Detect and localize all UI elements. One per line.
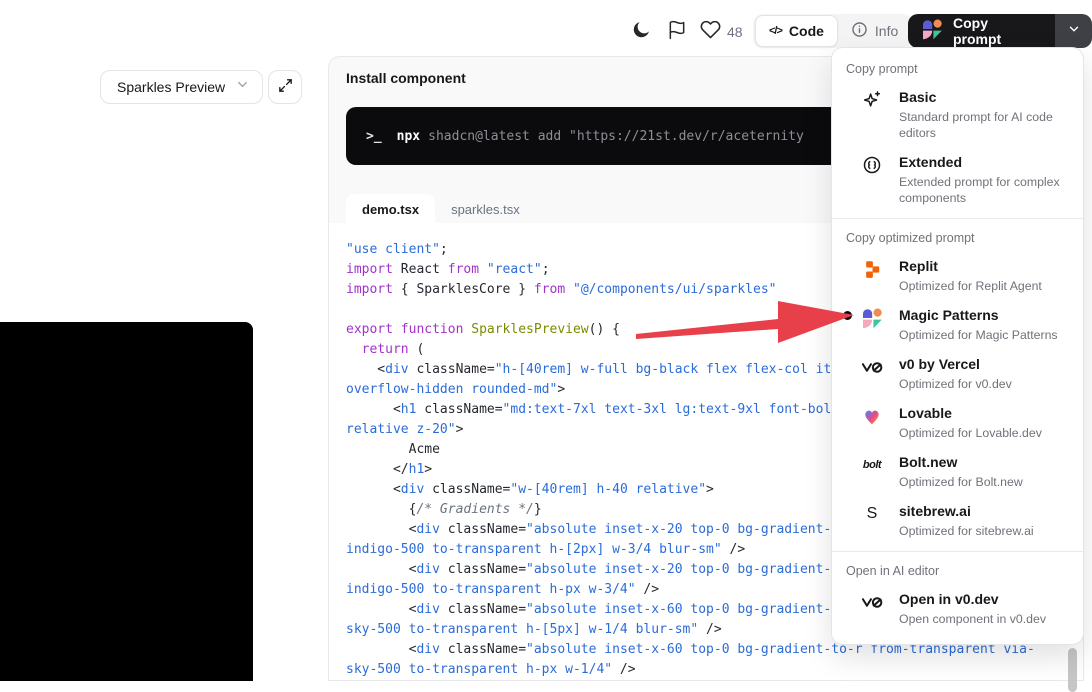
menu-item-lovable[interactable]: Lovable Optimized for Lovable.dev xyxy=(832,398,1083,447)
menu-item-basic[interactable]: Basic Standard prompt for AI code editors xyxy=(832,82,1083,147)
tab-info[interactable]: Info xyxy=(838,16,911,46)
info-icon xyxy=(851,21,868,41)
heart-icon xyxy=(700,19,721,45)
fullscreen-button[interactable] xyxy=(268,70,302,104)
tab-code[interactable]: </> Code xyxy=(755,15,838,47)
menu-item-desc: Extended prompt for complex components xyxy=(899,174,1073,206)
info-label: Info xyxy=(875,23,898,39)
copy-prompt-menu: Copy prompt Basic Standard prompt for AI c… xyxy=(831,47,1084,645)
command-prefix: npx xyxy=(397,129,420,144)
menu-item-desc: Optimized for Lovable.dev xyxy=(899,425,1073,441)
replit-icon xyxy=(860,257,884,281)
menu-item-title: Basic xyxy=(899,88,1073,106)
code-line: sky-500 to-transparent h-px w-1/4" /> xyxy=(346,660,1083,680)
chevron-down-icon xyxy=(235,77,250,97)
flag-icon xyxy=(667,20,687,43)
copy-prompt-label: Copy prompt xyxy=(953,15,1040,47)
menu-item-extended[interactable]: Extended Extended prompt for complex comp… xyxy=(832,147,1083,212)
like-count: 48 xyxy=(727,24,743,40)
menu-item-title: sitebrew.ai xyxy=(899,502,1073,520)
menu-item-desc: Optimized for Bolt.new xyxy=(899,474,1073,490)
moon-icon xyxy=(631,19,652,43)
expand-icon xyxy=(277,77,294,97)
menu-item-v0-by-vercel[interactable]: v0 by Vercel Optimized for v0.dev xyxy=(832,349,1083,398)
menu-item-sitebrew-ai[interactable]: Ssitebrew.ai Optimized for sitebrew.ai xyxy=(832,496,1083,545)
lovable-icon xyxy=(860,404,884,428)
menu-item-title: Bolt.new xyxy=(899,453,1073,471)
view-toggle: </> Code Info xyxy=(753,14,913,48)
code-scrollbar-thumb[interactable] xyxy=(1068,648,1077,692)
selection-bullet xyxy=(843,311,852,320)
sparkles-icon xyxy=(860,88,884,112)
menu-item-desc: Optimized for Replit Agent xyxy=(899,278,1073,294)
menu-item-title: Replit xyxy=(899,257,1073,275)
code-label: Code xyxy=(789,23,824,39)
sitebrew-icon: S xyxy=(860,502,884,526)
like-button[interactable]: 48 xyxy=(700,19,743,45)
menu-section-header: Copy optimized prompt xyxy=(832,225,1083,251)
menu-item-desc: Optimized for v0.dev xyxy=(899,376,1073,392)
menu-section-header: Open in AI editor xyxy=(832,558,1083,584)
menu-divider xyxy=(832,551,1083,552)
menu-item-bolt-new[interactable]: bolt Bolt.new Optimized for Bolt.new xyxy=(832,447,1083,496)
component-preview-canvas xyxy=(0,322,253,681)
menu-item-title: Open in v0.dev xyxy=(899,590,1073,608)
v0-icon xyxy=(860,355,884,379)
magic-patterns-icon xyxy=(860,306,884,330)
menu-item-title: Lovable xyxy=(899,404,1073,422)
menu-item-open-in-v0-dev[interactable]: Open in v0.dev Open component in v0.dev xyxy=(832,584,1083,633)
terminal-prompt-icon: >_ xyxy=(366,129,382,144)
menu-section-header: Copy prompt xyxy=(832,56,1083,82)
menu-divider xyxy=(832,218,1083,219)
copy-prompt-button[interactable]: Copy prompt xyxy=(908,14,1055,48)
bolt-icon: bolt xyxy=(860,453,884,477)
brain-icon xyxy=(860,153,884,177)
copy-prompt-dropdown-toggle[interactable] xyxy=(1055,14,1092,48)
v0-icon xyxy=(860,590,884,614)
code-tabs: demo.tsxsparkles.tsx xyxy=(346,194,536,224)
menu-item-magic-patterns[interactable]: Magic Patterns Optimized for Magic Patter… xyxy=(832,300,1083,349)
magic-patterns-logo xyxy=(920,17,944,46)
preview-selector[interactable]: Sparkles Preview xyxy=(100,70,263,104)
menu-item-desc: Standard prompt for AI code editors xyxy=(899,109,1073,141)
menu-item-title: Extended xyxy=(899,153,1073,171)
menu-item-desc: Optimized for Magic Patterns xyxy=(899,327,1073,343)
tab-demo-tsx[interactable]: demo.tsx xyxy=(346,194,435,224)
menu-item-replit[interactable]: Replit Optimized for Replit Agent xyxy=(832,251,1083,300)
preview-selector-label: Sparkles Preview xyxy=(117,79,225,95)
menu-item-desc: Open component in v0.dev xyxy=(899,611,1073,627)
copy-prompt-split-button: Copy prompt xyxy=(908,14,1092,48)
menu-item-title: v0 by Vercel xyxy=(899,355,1073,373)
tab-sparkles-tsx[interactable]: sparkles.tsx xyxy=(435,194,536,224)
menu-item-title: Magic Patterns xyxy=(899,306,1073,324)
chevron-down-icon xyxy=(1067,22,1081,41)
command-text: shadcn@latest add "https://21st.dev/r/ac… xyxy=(428,129,804,144)
install-title: Install component xyxy=(346,70,466,86)
menu-item-desc: Optimized for sitebrew.ai xyxy=(899,523,1073,539)
report-button[interactable] xyxy=(666,20,688,42)
code-icon: </> xyxy=(769,25,782,37)
dark-mode-toggle[interactable] xyxy=(629,19,653,43)
